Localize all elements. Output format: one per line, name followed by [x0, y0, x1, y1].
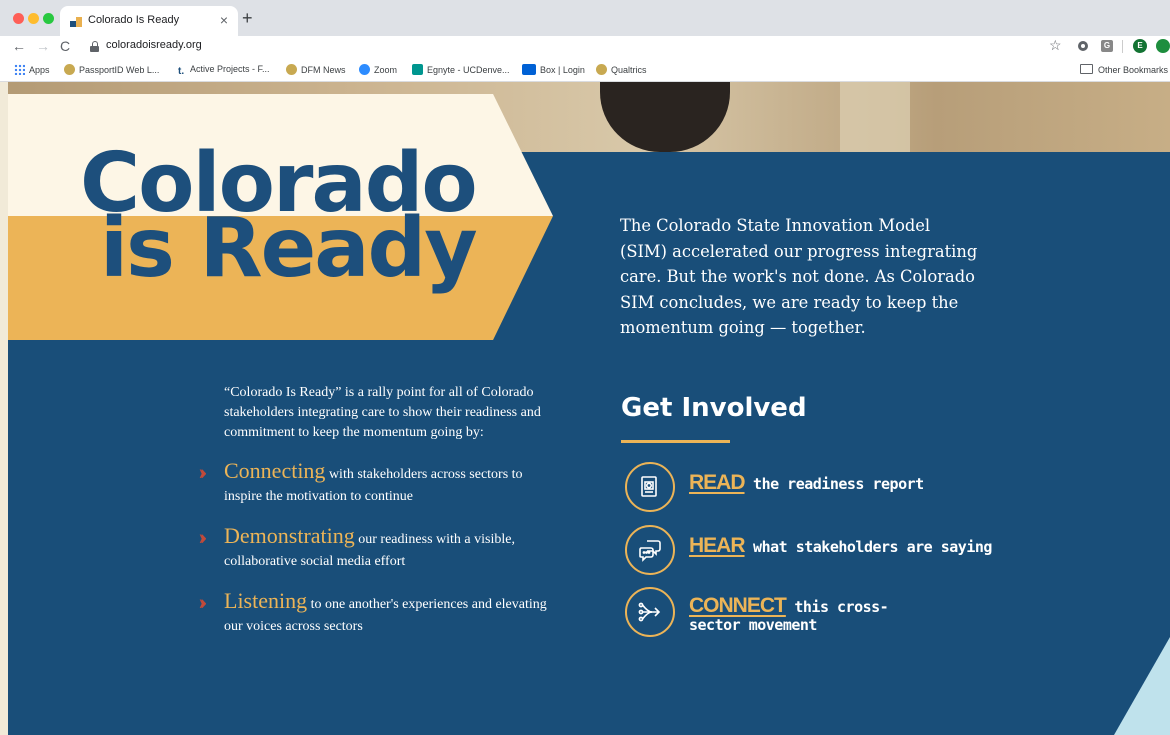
read-keyword[interactable]: READ	[689, 471, 746, 494]
apps-grid-icon	[14, 64, 25, 75]
close-window-button[interactable]	[13, 13, 24, 24]
list-item: ›› Demonstrating our readiness with a vi…	[200, 525, 560, 573]
toolbar-divider	[1122, 40, 1123, 53]
reload-button[interactable]: C	[60, 37, 70, 55]
list-item: ›› Connecting with stakeholders across s…	[200, 460, 560, 508]
list-item: ›› Listening to one another's experience…	[200, 590, 560, 638]
read-report-link[interactable]: READ the readiness report	[625, 462, 1025, 514]
network-arrow-icon	[625, 587, 675, 637]
decorative-teal-shape	[1110, 602, 1170, 735]
get-involved-title: Get Involved	[621, 393, 807, 423]
page-left-edge-bottom	[0, 702, 8, 735]
browser-toolbar: ← → C coloradoisready.org ☆ G E	[0, 36, 1170, 58]
new-tab-button[interactable]: +	[242, 9, 253, 27]
bookmark-qualtrics[interactable]: Qualtrics	[596, 64, 647, 75]
bookmark-passportid[interactable]: PassportID Web L...	[64, 64, 159, 75]
speech-bubbles-icon	[625, 525, 675, 575]
page-left-edge	[0, 82, 8, 735]
hear-stakeholders-link[interactable]: HEAR what stakeholders are saying	[625, 525, 1025, 577]
maximize-window-button[interactable]	[43, 13, 54, 24]
bookmark-star-icon[interactable]: ☆	[1049, 37, 1062, 54]
lock-icon[interactable]	[90, 41, 100, 53]
back-button[interactable]: ←	[12, 37, 26, 55]
address-bar[interactable]: coloradoisready.org	[106, 39, 202, 51]
trello-icon: t.	[178, 66, 185, 77]
rally-keyword: Demonstrating	[224, 523, 355, 548]
browser-tab-bar: Colorado Is Ready × +	[0, 0, 1170, 36]
box-icon	[522, 64, 536, 75]
bookmark-box[interactable]: Box | Login	[522, 64, 585, 75]
forward-button[interactable]: →	[36, 37, 50, 55]
minimize-window-button[interactable]	[28, 13, 39, 24]
bookmark-dfm-news[interactable]: DFM News	[286, 64, 346, 75]
site-favicon-icon	[70, 15, 84, 27]
read-text: the readiness report	[753, 475, 924, 493]
hero-photo-background	[840, 82, 910, 152]
folder-icon	[1080, 64, 1093, 74]
hero-photo-figure	[600, 82, 730, 152]
hear-keyword[interactable]: HEAR	[689, 534, 746, 557]
intro-paragraph: The Colorado State Innovation Model (SIM…	[620, 216, 978, 337]
rally-keyword: Connecting	[224, 458, 326, 483]
egnyte-icon	[412, 64, 423, 75]
rally-list: ›› Connecting with stakeholders across s…	[200, 460, 560, 655]
other-bookmarks[interactable]: Other Bookmarks	[1080, 64, 1168, 75]
cu-icon	[596, 64, 607, 75]
page-content: Colorado is Ready The Colorado State Inn…	[0, 82, 1170, 735]
bookmark-zoom[interactable]: Zoom	[359, 64, 397, 75]
browser-tab[interactable]: Colorado Is Ready ×	[60, 6, 238, 36]
headline-line2: is Ready	[100, 201, 478, 296]
extension-g-icon[interactable]: G	[1101, 40, 1113, 52]
cu-icon	[286, 64, 297, 75]
rally-paragraph: “Colorado Is Ready” is a rally point for…	[224, 385, 541, 440]
zoom-icon	[359, 64, 370, 75]
tab-close-icon[interactable]: ×	[220, 12, 228, 28]
connect-movement-link[interactable]: CONNECT this cross-sector movement	[625, 587, 1025, 639]
get-involved-divider	[621, 440, 730, 443]
connect-keyword[interactable]: CONNECT	[689, 594, 787, 617]
rally-keyword: Listening	[224, 588, 308, 613]
bookmarks-bar: Apps PassportID Web L... t. Active Projec…	[0, 58, 1170, 82]
hear-text: what stakeholders are saying	[753, 538, 992, 556]
cu-icon	[64, 64, 75, 75]
bookmark-apps[interactable]: Apps	[14, 64, 50, 75]
bookmark-active-projects[interactable]: t. Active Projects - F...	[178, 64, 270, 77]
tab-title: Colorado Is Ready	[88, 14, 180, 26]
profile-avatar[interactable]: E	[1133, 39, 1147, 53]
document-icon	[625, 462, 675, 512]
bookmark-egnyte[interactable]: Egnyte - UCDenve...	[412, 64, 510, 75]
extension-green-icon[interactable]	[1156, 39, 1170, 53]
extension-circle-icon[interactable]	[1078, 41, 1088, 51]
site-headline: Colorado is Ready	[80, 143, 540, 296]
